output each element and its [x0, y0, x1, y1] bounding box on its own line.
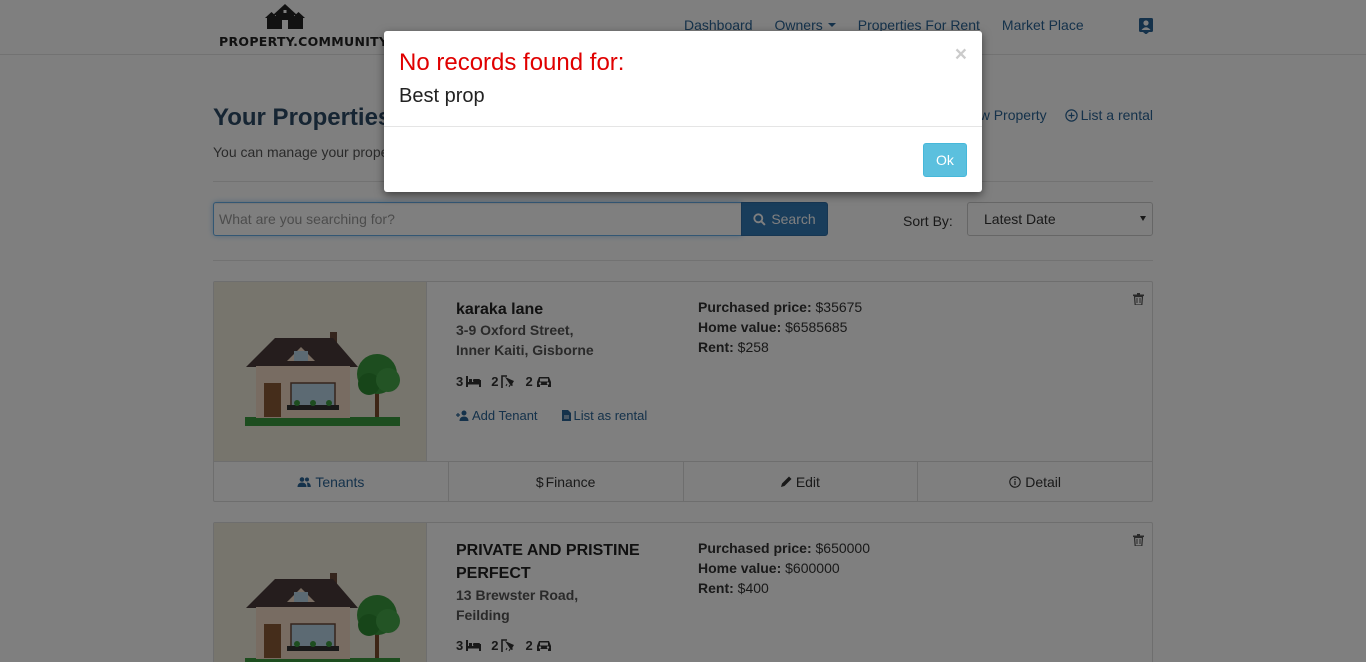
dialog-search-query: Best prop — [399, 85, 485, 107]
dialog-divider — [384, 126, 982, 127]
dialog-title: No records found for: — [399, 49, 625, 76]
close-icon[interactable]: × — [955, 44, 967, 65]
ok-button[interactable]: Ok — [923, 143, 967, 177]
no-records-dialog: × No records found for: Best prop Ok — [384, 31, 982, 192]
